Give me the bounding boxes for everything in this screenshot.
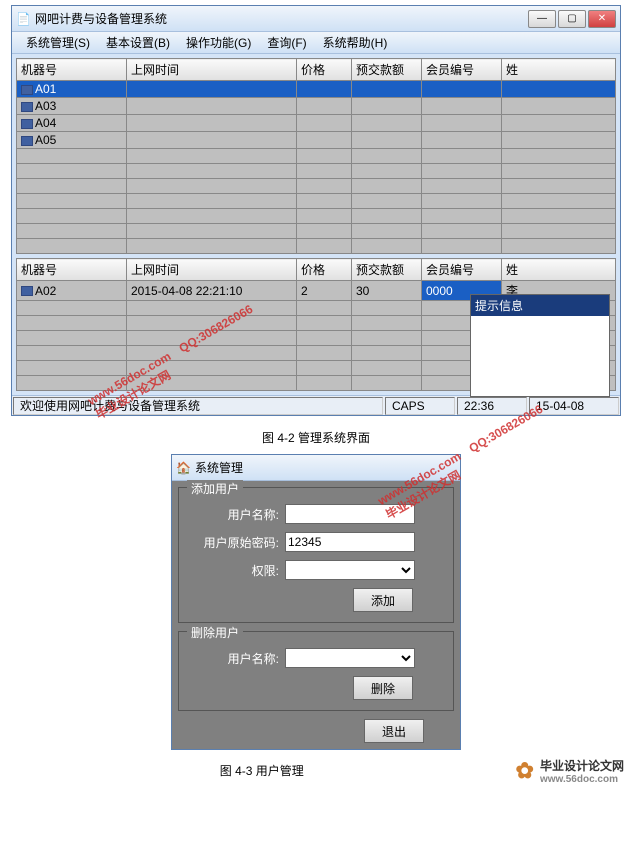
- menu-operation[interactable]: 操作功能(G): [178, 32, 259, 53]
- delete-user-legend: 删除用户: [187, 624, 243, 641]
- user-mgmt-dialog: 🏠 系统管理 添加用户 用户名称: 用户原始密码: 权限: 添加 删除用户: [171, 454, 461, 750]
- footer-logo: ✿ 毕业设计论文网 www.56doc.com: [516, 757, 624, 785]
- delete-user-group: 删除用户 用户名称: 删除: [178, 631, 454, 711]
- col-time[interactable]: 上网时间: [127, 259, 297, 281]
- col-machine[interactable]: 机器号: [17, 59, 127, 81]
- figure-caption-2: 图 4-3 用户管理: [8, 754, 516, 787]
- col-name[interactable]: 姓: [502, 59, 616, 81]
- col-member[interactable]: 会员编号: [422, 259, 502, 281]
- col-machine[interactable]: 机器号: [17, 259, 127, 281]
- menu-system[interactable]: 系统管理(S): [18, 32, 98, 53]
- pc-icon: [21, 85, 33, 95]
- del-username-label: 用户名称:: [189, 650, 279, 667]
- table-row[interactable]: [17, 224, 616, 239]
- dialog-icon: 🏠: [176, 461, 191, 475]
- app-icon: 📄: [16, 12, 31, 26]
- table-row[interactable]: A04: [17, 115, 616, 132]
- tooltip-body: [471, 316, 609, 396]
- window-title: 网吧计费与设备管理系统: [31, 10, 528, 27]
- figure-caption-1: 图 4-2 管理系统界面: [0, 421, 632, 454]
- col-member[interactable]: 会员编号: [422, 59, 502, 81]
- username-input[interactable]: [285, 504, 415, 524]
- main-window: 📄 网吧计费与设备管理系统 — ▢ ✕ 系统管理(S) 基本设置(B) 操作功能…: [11, 5, 621, 416]
- table-row[interactable]: [17, 164, 616, 179]
- table-row[interactable]: [17, 149, 616, 164]
- tooltip-title: 提示信息: [471, 295, 609, 316]
- status-date: 15-04-08: [529, 397, 619, 415]
- table-row[interactable]: A01: [17, 81, 616, 98]
- password-label: 用户原始密码:: [189, 534, 279, 551]
- table-row[interactable]: [17, 209, 616, 224]
- password-input[interactable]: [285, 532, 415, 552]
- pc-icon: [21, 136, 33, 146]
- menu-help[interactable]: 系统帮助(H): [315, 32, 396, 53]
- add-user-legend: 添加用户: [187, 480, 243, 497]
- col-time[interactable]: 上网时间: [127, 59, 297, 81]
- statusbar: 欢迎使用网吧计费与设备管理系统 CAPS 22:36 15-04-08: [12, 395, 620, 415]
- table-row[interactable]: [17, 239, 616, 254]
- status-time: 22:36: [457, 397, 527, 415]
- col-price[interactable]: 价格: [297, 259, 352, 281]
- menubar: 系统管理(S) 基本设置(B) 操作功能(G) 查询(F) 系统帮助(H): [12, 32, 620, 54]
- delete-button[interactable]: 删除: [353, 676, 413, 700]
- col-name[interactable]: 姓: [502, 259, 616, 281]
- dialog-title: 系统管理: [191, 459, 456, 476]
- status-caps: CAPS: [385, 397, 455, 415]
- close-button[interactable]: ✕: [588, 10, 616, 28]
- machines-table-top[interactable]: 机器号 上网时间 价格 预交款额 会员编号 姓 A01 A03 A04 A05: [16, 58, 616, 254]
- permission-label: 权限:: [189, 562, 279, 579]
- add-button[interactable]: 添加: [353, 588, 413, 612]
- permission-select[interactable]: [285, 560, 415, 580]
- exit-button[interactable]: 退出: [364, 719, 424, 743]
- flower-icon: ✿: [516, 758, 534, 784]
- minimize-button[interactable]: —: [528, 10, 556, 28]
- table-row[interactable]: A05: [17, 132, 616, 149]
- status-welcome: 欢迎使用网吧计费与设备管理系统: [13, 397, 383, 415]
- maximize-button[interactable]: ▢: [558, 10, 586, 28]
- table-row[interactable]: [17, 194, 616, 209]
- col-prepay[interactable]: 预交款额: [352, 59, 422, 81]
- menu-basic[interactable]: 基本设置(B): [98, 32, 178, 53]
- col-price[interactable]: 价格: [297, 59, 352, 81]
- menu-query[interactable]: 查询(F): [259, 32, 314, 53]
- pc-icon: [21, 102, 33, 112]
- del-username-select[interactable]: [285, 648, 415, 668]
- username-label: 用户名称:: [189, 506, 279, 523]
- pc-icon: [21, 286, 33, 296]
- table-row[interactable]: [17, 179, 616, 194]
- add-user-group: 添加用户 用户名称: 用户原始密码: 权限: 添加: [178, 487, 454, 623]
- tooltip-popup: 提示信息: [470, 294, 610, 397]
- pc-icon: [21, 119, 33, 129]
- titlebar: 📄 网吧计费与设备管理系统 — ▢ ✕: [12, 6, 620, 32]
- col-prepay[interactable]: 预交款额: [352, 259, 422, 281]
- dialog-titlebar: 🏠 系统管理: [172, 455, 460, 481]
- table-row[interactable]: A03: [17, 98, 616, 115]
